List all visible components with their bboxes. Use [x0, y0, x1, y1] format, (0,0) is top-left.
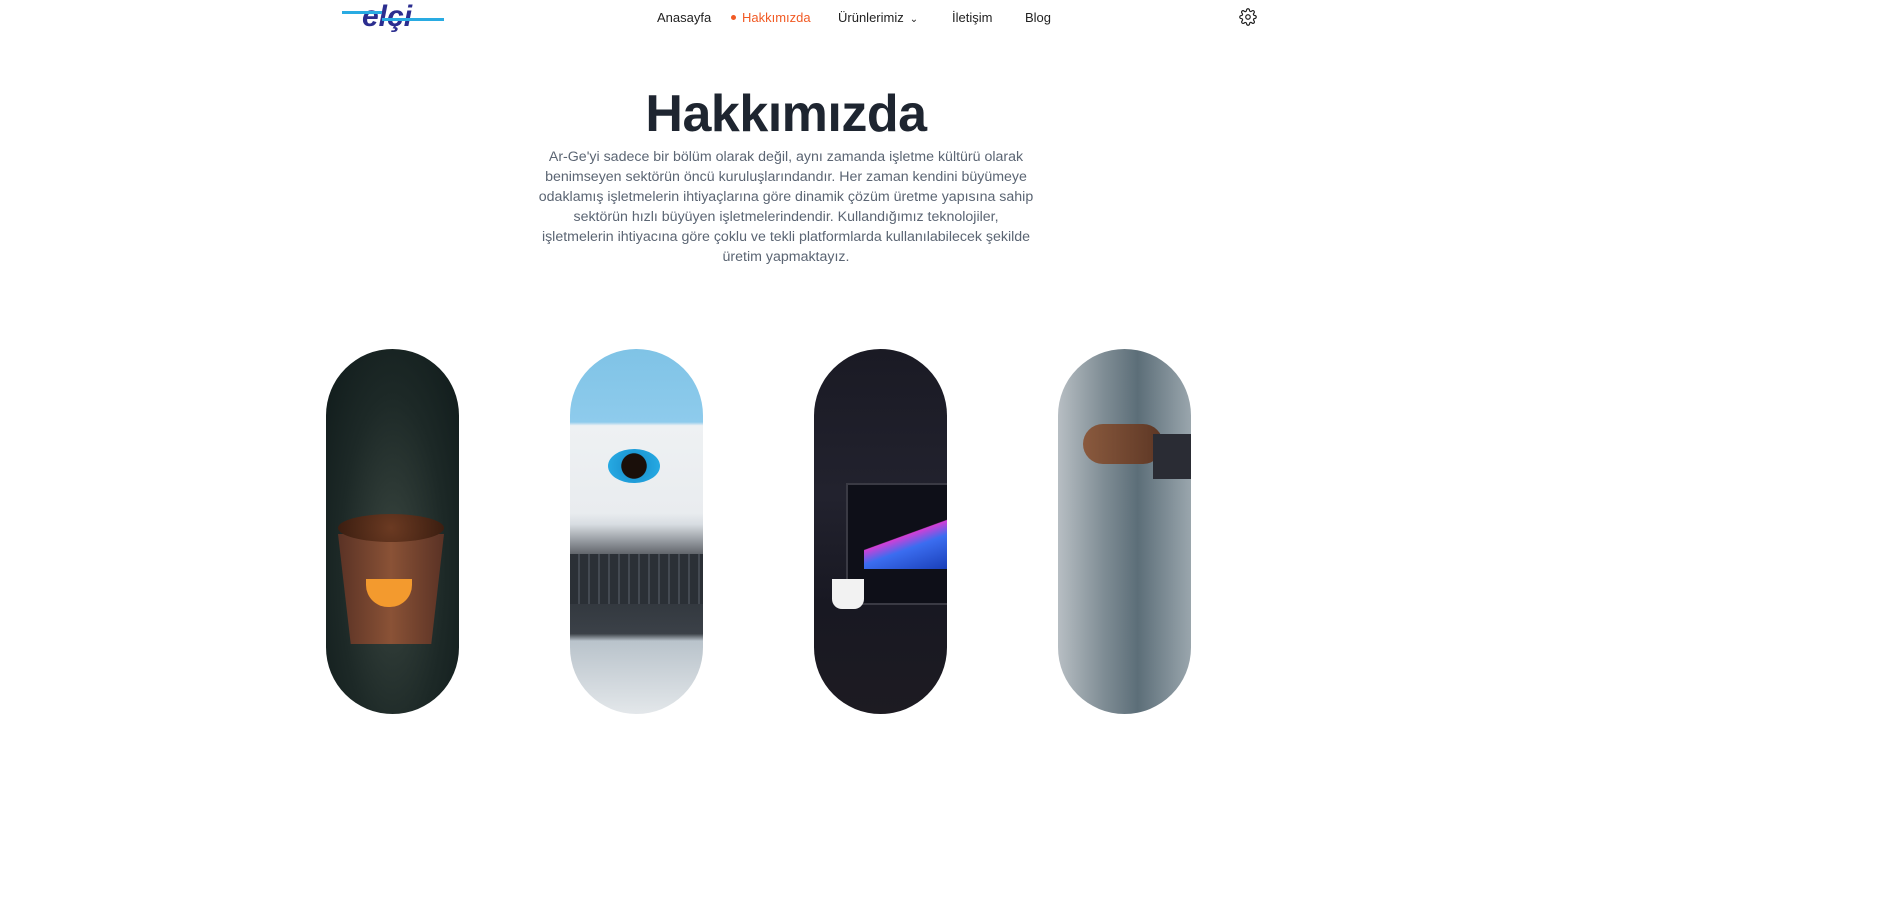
about-description: Ar-Ge'yi sadece bir bölüm olarak değil, … [538, 149, 1034, 265]
nav-anasayfa[interactable]: Anasayfa [657, 10, 711, 25]
nav-label: Hakkımızda [742, 10, 811, 25]
nav-urunlerimiz[interactable]: Ürünlerimiz ⌄ [838, 10, 918, 25]
image-coffee-cup [326, 349, 459, 714]
nav-hakkimizda[interactable]: Hakkımızda [731, 10, 811, 25]
active-indicator [731, 15, 736, 21]
handshake-shape [1083, 424, 1163, 464]
nav-iletisim[interactable]: İletişim [952, 10, 992, 25]
svg-text:elçi: elçi [362, 0, 413, 33]
chart-shape [864, 509, 947, 569]
logo[interactable]: elçi [342, 0, 444, 36]
image-handshake [1058, 349, 1191, 714]
nav-label: Ürünlerimiz [838, 10, 904, 25]
coffee-shape [608, 449, 660, 483]
keyboard-shape [570, 554, 703, 604]
gear-icon[interactable] [1239, 8, 1257, 26]
chevron-down-icon: ⌄ [909, 14, 919, 25]
nav-blog[interactable]: Blog [1025, 10, 1051, 25]
coffee-beans-shape [338, 514, 444, 542]
image-laptop-chart [814, 349, 947, 714]
mug-shape [832, 579, 864, 609]
sleeve-shape [1153, 434, 1191, 479]
image-laptop-coffee [570, 349, 703, 714]
page-title: Hakkımızda [645, 85, 927, 143]
